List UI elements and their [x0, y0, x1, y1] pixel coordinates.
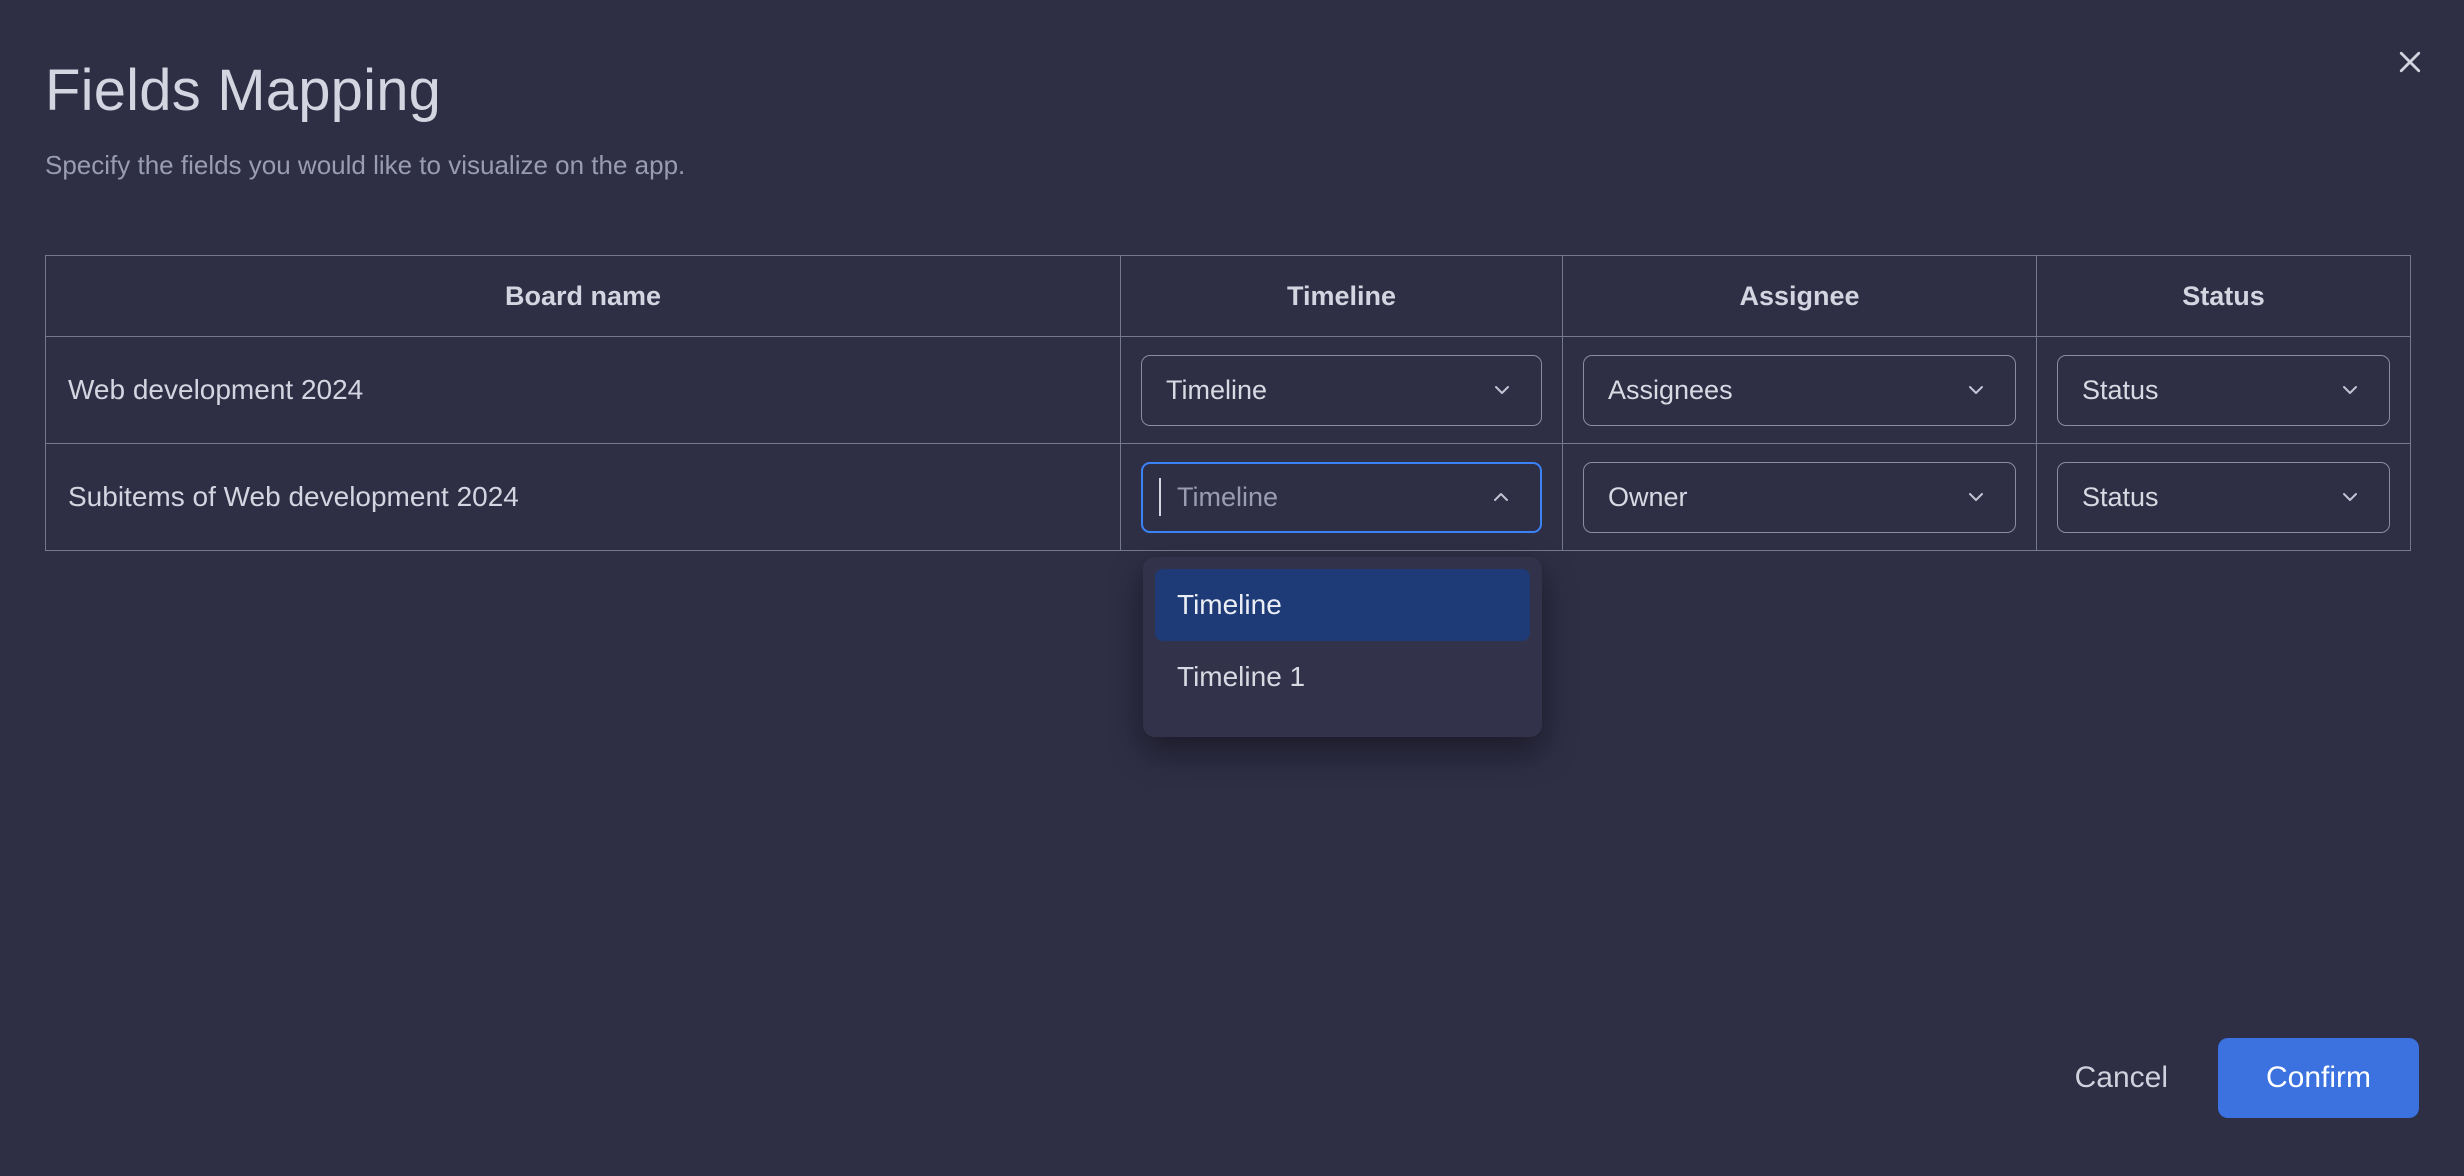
status-select-row1[interactable]: Status [2057, 354, 2390, 426]
cancel-button[interactable]: Cancel [2049, 1045, 2194, 1111]
dialog-footer: Cancel Confirm [2049, 1038, 2419, 1118]
board-name-cell: Subitems of Web development 2024 [45, 443, 1121, 551]
board-name-cell: Web development 2024 [45, 336, 1121, 444]
assignee-select-row2-value: Owner [1608, 481, 1688, 512]
close-icon[interactable] [2384, 36, 2436, 88]
chevron-down-icon [1959, 373, 1993, 407]
timeline-select-row1-value: Timeline [1166, 374, 1268, 405]
fields-mapping-table: Board name Timeline Assignee Status Web … [45, 255, 2411, 551]
timeline-select-row1[interactable]: Timeline [1141, 354, 1542, 426]
status-select-row1-value: Status [2082, 374, 2159, 405]
table-row: Web development 2024 Timeline Assignees [45, 336, 2411, 444]
assignee-cell: Assignees [1562, 336, 2037, 444]
page-title: Fields Mapping [45, 58, 442, 123]
status-select-row2-value: Status [2082, 481, 2159, 512]
table-row: Subitems of Web development 2024 Timelin… [45, 443, 2411, 551]
chevron-down-icon [2333, 373, 2367, 407]
assignee-select-row1-value: Assignees [1608, 374, 1733, 405]
chevron-up-icon [1484, 480, 1518, 514]
status-select-row2[interactable]: Status [2057, 461, 2390, 533]
timeline-dropdown-menu: Timeline Timeline 1 [1143, 557, 1542, 737]
column-header-assignee: Assignee [1562, 255, 2037, 337]
text-cursor [1159, 478, 1161, 516]
confirm-button[interactable]: Confirm [2217, 1038, 2419, 1118]
status-cell: Status [2036, 336, 2411, 444]
column-header-status: Status [2036, 255, 2411, 337]
status-cell: Status [2036, 443, 2411, 551]
assignee-select-row2[interactable]: Owner [1583, 461, 2016, 533]
page-subtitle: Specify the fields you would like to vis… [45, 149, 686, 180]
timeline-cell: Timeline [1120, 443, 1563, 551]
timeline-cell: Timeline [1120, 336, 1563, 444]
column-header-timeline: Timeline [1120, 255, 1563, 337]
chevron-down-icon [1959, 480, 1993, 514]
assignee-select-row1[interactable]: Assignees [1583, 354, 2016, 426]
assignee-cell: Owner [1562, 443, 2037, 551]
chevron-down-icon [1485, 373, 1519, 407]
chevron-down-icon [2333, 480, 2367, 514]
fields-mapping-dialog: Fields Mapping Specify the fields you wo… [0, 0, 2464, 1176]
timeline-select-row2-placeholder: Timeline [1177, 481, 1279, 512]
dialog-header: Fields Mapping Specify the fields you wo… [0, 0, 2464, 182]
table-header-row: Board name Timeline Assignee Status [45, 255, 2411, 337]
dropdown-option-timeline-1[interactable]: Timeline 1 [1155, 641, 1530, 713]
column-header-board-name: Board name [45, 255, 1121, 337]
dropdown-option-timeline[interactable]: Timeline [1155, 569, 1530, 641]
timeline-select-row2[interactable]: Timeline [1141, 461, 1542, 533]
